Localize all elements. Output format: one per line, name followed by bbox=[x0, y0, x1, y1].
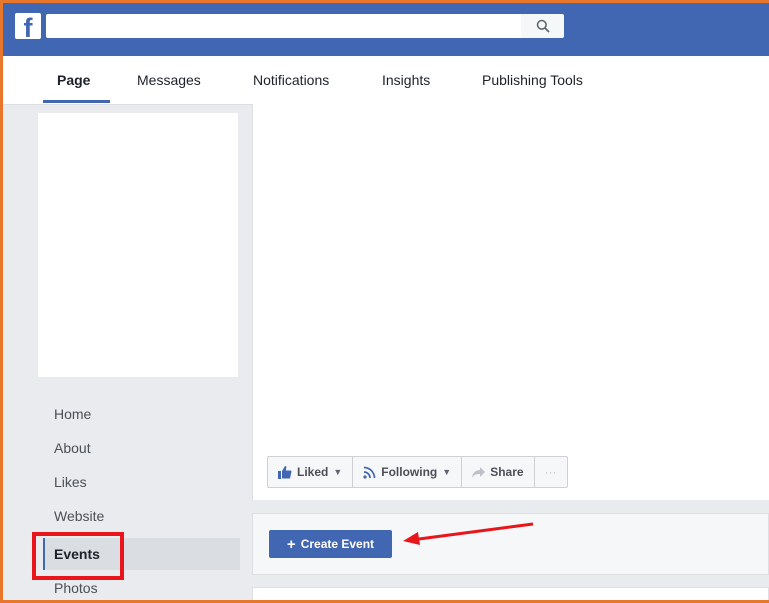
sidebar-item-home[interactable]: Home bbox=[43, 398, 240, 430]
top-bar: f bbox=[3, 3, 769, 56]
screenshot-frame: f Page Messages Notifications Insights P… bbox=[0, 0, 769, 603]
liked-button[interactable]: Liked ▼ bbox=[268, 457, 354, 487]
tab-insights[interactable]: Insights bbox=[382, 56, 430, 104]
tab-notifications[interactable]: Notifications bbox=[253, 56, 329, 104]
more-options-button[interactable]: ··· bbox=[535, 457, 567, 487]
share-button[interactable]: Share bbox=[462, 457, 535, 487]
page-tab-bar: Page Messages Notifications Insights Pub… bbox=[3, 56, 769, 105]
share-label: Share bbox=[490, 465, 524, 479]
sidebar-item-likes[interactable]: Likes bbox=[43, 466, 240, 498]
sidebar-item-website[interactable]: Website bbox=[43, 500, 240, 532]
tab-page[interactable]: Page bbox=[57, 56, 90, 104]
profile-picture[interactable] bbox=[38, 113, 238, 377]
share-arrow-icon bbox=[472, 466, 486, 478]
search-button[interactable] bbox=[521, 14, 564, 38]
following-label: Following bbox=[381, 465, 438, 479]
thumbs-up-icon bbox=[278, 465, 292, 479]
rss-icon bbox=[363, 466, 376, 479]
chevron-down-icon: ▼ bbox=[333, 467, 343, 477]
chevron-down-icon: ▼ bbox=[442, 467, 452, 477]
liked-label: Liked bbox=[297, 465, 329, 479]
events-highlight-box bbox=[32, 532, 124, 580]
following-button[interactable]: Following ▼ bbox=[353, 457, 463, 487]
page-action-row: Liked ▼ Following ▼ Share ··· bbox=[267, 456, 568, 488]
search-input[interactable] bbox=[46, 14, 521, 38]
facebook-logo-icon[interactable]: f bbox=[15, 13, 41, 39]
create-event-button[interactable]: + Create Event bbox=[269, 530, 392, 558]
tab-publishing-tools[interactable]: Publishing Tools bbox=[482, 56, 583, 104]
active-tab-indicator bbox=[43, 100, 110, 103]
red-arrow-icon bbox=[403, 522, 534, 545]
content-card bbox=[252, 587, 769, 600]
tab-messages[interactable]: Messages bbox=[137, 56, 201, 104]
search-icon bbox=[536, 19, 550, 33]
create-event-label: Create Event bbox=[300, 537, 375, 551]
cover-photo[interactable] bbox=[252, 104, 769, 500]
sidebar-item-about[interactable]: About bbox=[43, 432, 240, 464]
plus-icon: + bbox=[286, 535, 296, 553]
